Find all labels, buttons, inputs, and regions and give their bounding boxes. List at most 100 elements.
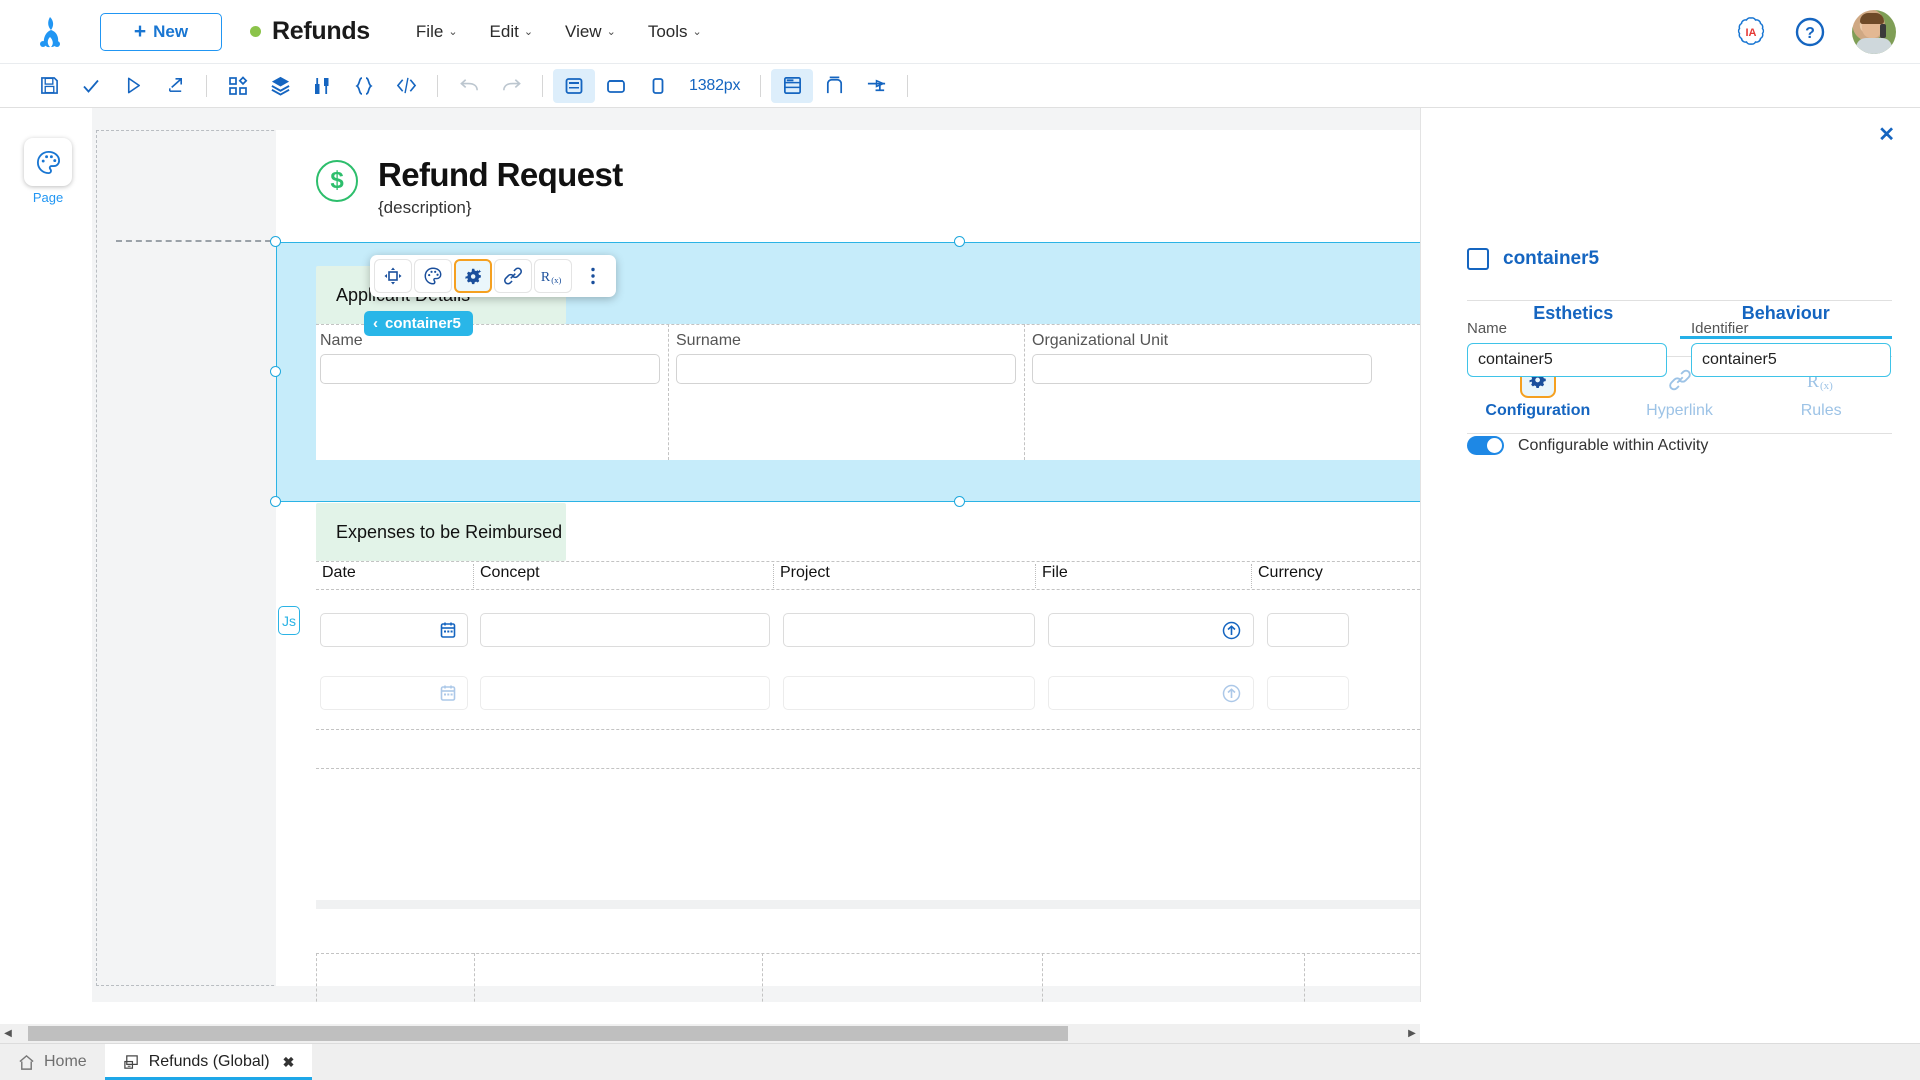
- table-row-2-file-input[interactable]: [1048, 676, 1254, 710]
- move-icon[interactable]: [374, 259, 412, 293]
- new-button[interactable]: + New: [100, 12, 222, 51]
- menu-tools-label: Tools: [647, 21, 688, 41]
- menu-view[interactable]: View ⌄: [565, 22, 616, 42]
- code-icon[interactable]: [385, 69, 427, 103]
- scroll-left-arrow[interactable]: ◀: [0, 1028, 16, 1039]
- subtab-configuration-label: Configuration: [1485, 402, 1591, 419]
- field-organizational-unit[interactable]: Organizational Unit: [1032, 332, 1372, 384]
- scroll-right-arrow[interactable]: ▶: [1404, 1028, 1420, 1039]
- palette-icon[interactable]: [414, 259, 452, 293]
- mobile-preview-icon[interactable]: [637, 69, 679, 103]
- subtab-rules-label: Rules: [1800, 402, 1842, 419]
- toolbar-divider: [437, 74, 438, 97]
- rules-rx-icon[interactable]: R (x): [534, 259, 572, 293]
- expenses-table[interactable]: Date Concept Project File Currency Js: [278, 561, 1420, 771]
- resize-handle-top-center[interactable]: [954, 236, 965, 247]
- design-canvas[interactable]: $ Refund Request {description} Applicant…: [92, 108, 1420, 1002]
- dollar-circle-icon: $: [316, 160, 358, 202]
- table-row-2-date-input[interactable]: [320, 676, 468, 710]
- panel-divider: [1467, 433, 1892, 434]
- bottom-tab-home[interactable]: Home: [0, 1044, 105, 1080]
- align-layout-icon[interactable]: [855, 69, 897, 103]
- table-row-1-currency-input[interactable]: [1267, 613, 1349, 647]
- resize-handle-bottom-left[interactable]: [270, 496, 281, 507]
- calendar-icon[interactable]: [439, 621, 457, 639]
- tablet-preview-icon[interactable]: [595, 69, 637, 103]
- container-layout-icon[interactable]: [813, 69, 855, 103]
- field-name[interactable]: Name: [320, 332, 660, 384]
- section-expenses[interactable]: Expenses to be Reimbursed: [316, 503, 566, 561]
- undo-icon[interactable]: [448, 69, 490, 103]
- grid-guide: [474, 953, 475, 1002]
- page-tool-button[interactable]: Page: [24, 138, 72, 205]
- toolbar-divider: [907, 74, 909, 97]
- identifier-field-input[interactable]: [1691, 343, 1891, 377]
- help-icon[interactable]: ?: [1794, 16, 1826, 48]
- identifier-field-label: Identifier: [1691, 320, 1749, 337]
- column-header-currency: Currency: [1258, 564, 1323, 581]
- breadcrumb-pill-container5[interactable]: ‹ container5: [364, 311, 473, 336]
- table-row-1-project-input[interactable]: [783, 613, 1035, 647]
- validate-check-icon[interactable]: [70, 69, 112, 103]
- table-row-1-date-input[interactable]: [320, 613, 468, 647]
- grid-guide: [316, 589, 1420, 590]
- table-row-2-currency-input[interactable]: [1267, 676, 1349, 710]
- table-row-1-concept-input[interactable]: [480, 613, 770, 647]
- breadcrumb-pill-label: container5: [385, 315, 461, 332]
- share-export-icon[interactable]: [154, 69, 196, 103]
- bottom-tab-refunds-global[interactable]: Refunds (Global) ✖: [104, 1044, 313, 1080]
- ia-assistant-icon[interactable]: IA: [1734, 15, 1768, 49]
- field-name-input[interactable]: [320, 354, 660, 384]
- field-surname-label: Surname: [676, 332, 741, 349]
- sliders-settings-icon[interactable]: [301, 69, 343, 103]
- desktop-preview-icon[interactable]: [553, 68, 595, 103]
- grid-guide: [1042, 953, 1043, 1002]
- menu-edit[interactable]: Edit ⌄: [490, 22, 534, 42]
- braces-icon[interactable]: [343, 69, 385, 103]
- resize-handle-bottom-center[interactable]: [954, 496, 965, 507]
- run-play-icon[interactable]: [112, 69, 154, 103]
- scrollbar-thumb[interactable]: [28, 1026, 1068, 1041]
- section-expenses-label: Expenses to be Reimbursed: [336, 521, 563, 542]
- menu-bar: File ⌄ Edit ⌄ View ⌄ Tools ⌄: [416, 22, 702, 42]
- configuration-gear-icon[interactable]: [454, 259, 492, 293]
- resize-handle-top-left[interactable]: [270, 236, 281, 247]
- name-field-input[interactable]: [1467, 343, 1667, 377]
- hyperlink-icon[interactable]: [494, 259, 532, 293]
- close-icon[interactable]: ✕: [1878, 122, 1895, 147]
- grid-layout-icon[interactable]: [771, 68, 814, 103]
- table-row-2-project-input[interactable]: [783, 676, 1035, 710]
- upload-icon[interactable]: [1222, 684, 1241, 703]
- configurable-toggle[interactable]: [1467, 436, 1504, 455]
- viewport-width-label[interactable]: 1382px: [689, 77, 740, 95]
- layers-icon[interactable]: [259, 69, 301, 103]
- upload-icon[interactable]: [1222, 621, 1241, 640]
- table-row-2-concept-input[interactable]: [480, 676, 770, 710]
- bottom-tab-refunds-global-label: Refunds (Global): [148, 1053, 270, 1070]
- column-header-project: Project: [774, 564, 1036, 588]
- form-title: Refund Request: [378, 156, 623, 193]
- js-script-chip[interactable]: Js: [278, 606, 300, 635]
- frog-logo-icon[interactable]: [30, 12, 70, 52]
- footer-grid[interactable]: [316, 953, 1420, 1002]
- chevron-down-icon: ⌄: [523, 26, 534, 38]
- menu-file[interactable]: File ⌄: [416, 22, 458, 42]
- svg-text:?: ?: [1805, 25, 1815, 42]
- calendar-icon[interactable]: [439, 684, 457, 702]
- save-icon[interactable]: [28, 69, 70, 103]
- menu-tools[interactable]: Tools ⌄: [648, 22, 702, 42]
- resize-handle-middle-left[interactable]: [270, 366, 281, 377]
- redo-icon[interactable]: [490, 69, 532, 103]
- app-root: + New Refunds File ⌄ Edit ⌄ View ⌄ Tools…: [0, 0, 1920, 1080]
- more-vertical-icon[interactable]: [574, 259, 612, 293]
- field-organizational-unit-input[interactable]: [1032, 354, 1372, 384]
- avatar[interactable]: [1852, 9, 1896, 54]
- close-icon[interactable]: ✖: [283, 1054, 295, 1071]
- scrollbar-track[interactable]: [16, 1024, 1404, 1043]
- components-grid-icon[interactable]: [217, 69, 259, 103]
- field-surname-input[interactable]: [676, 354, 1016, 384]
- field-surname[interactable]: Surname: [676, 332, 1016, 384]
- table-row-1-file-input[interactable]: [1048, 613, 1254, 647]
- selected-element-header: container5: [1467, 248, 1599, 270]
- horizontal-scrollbar[interactable]: ◀ ▶: [0, 1024, 1420, 1043]
